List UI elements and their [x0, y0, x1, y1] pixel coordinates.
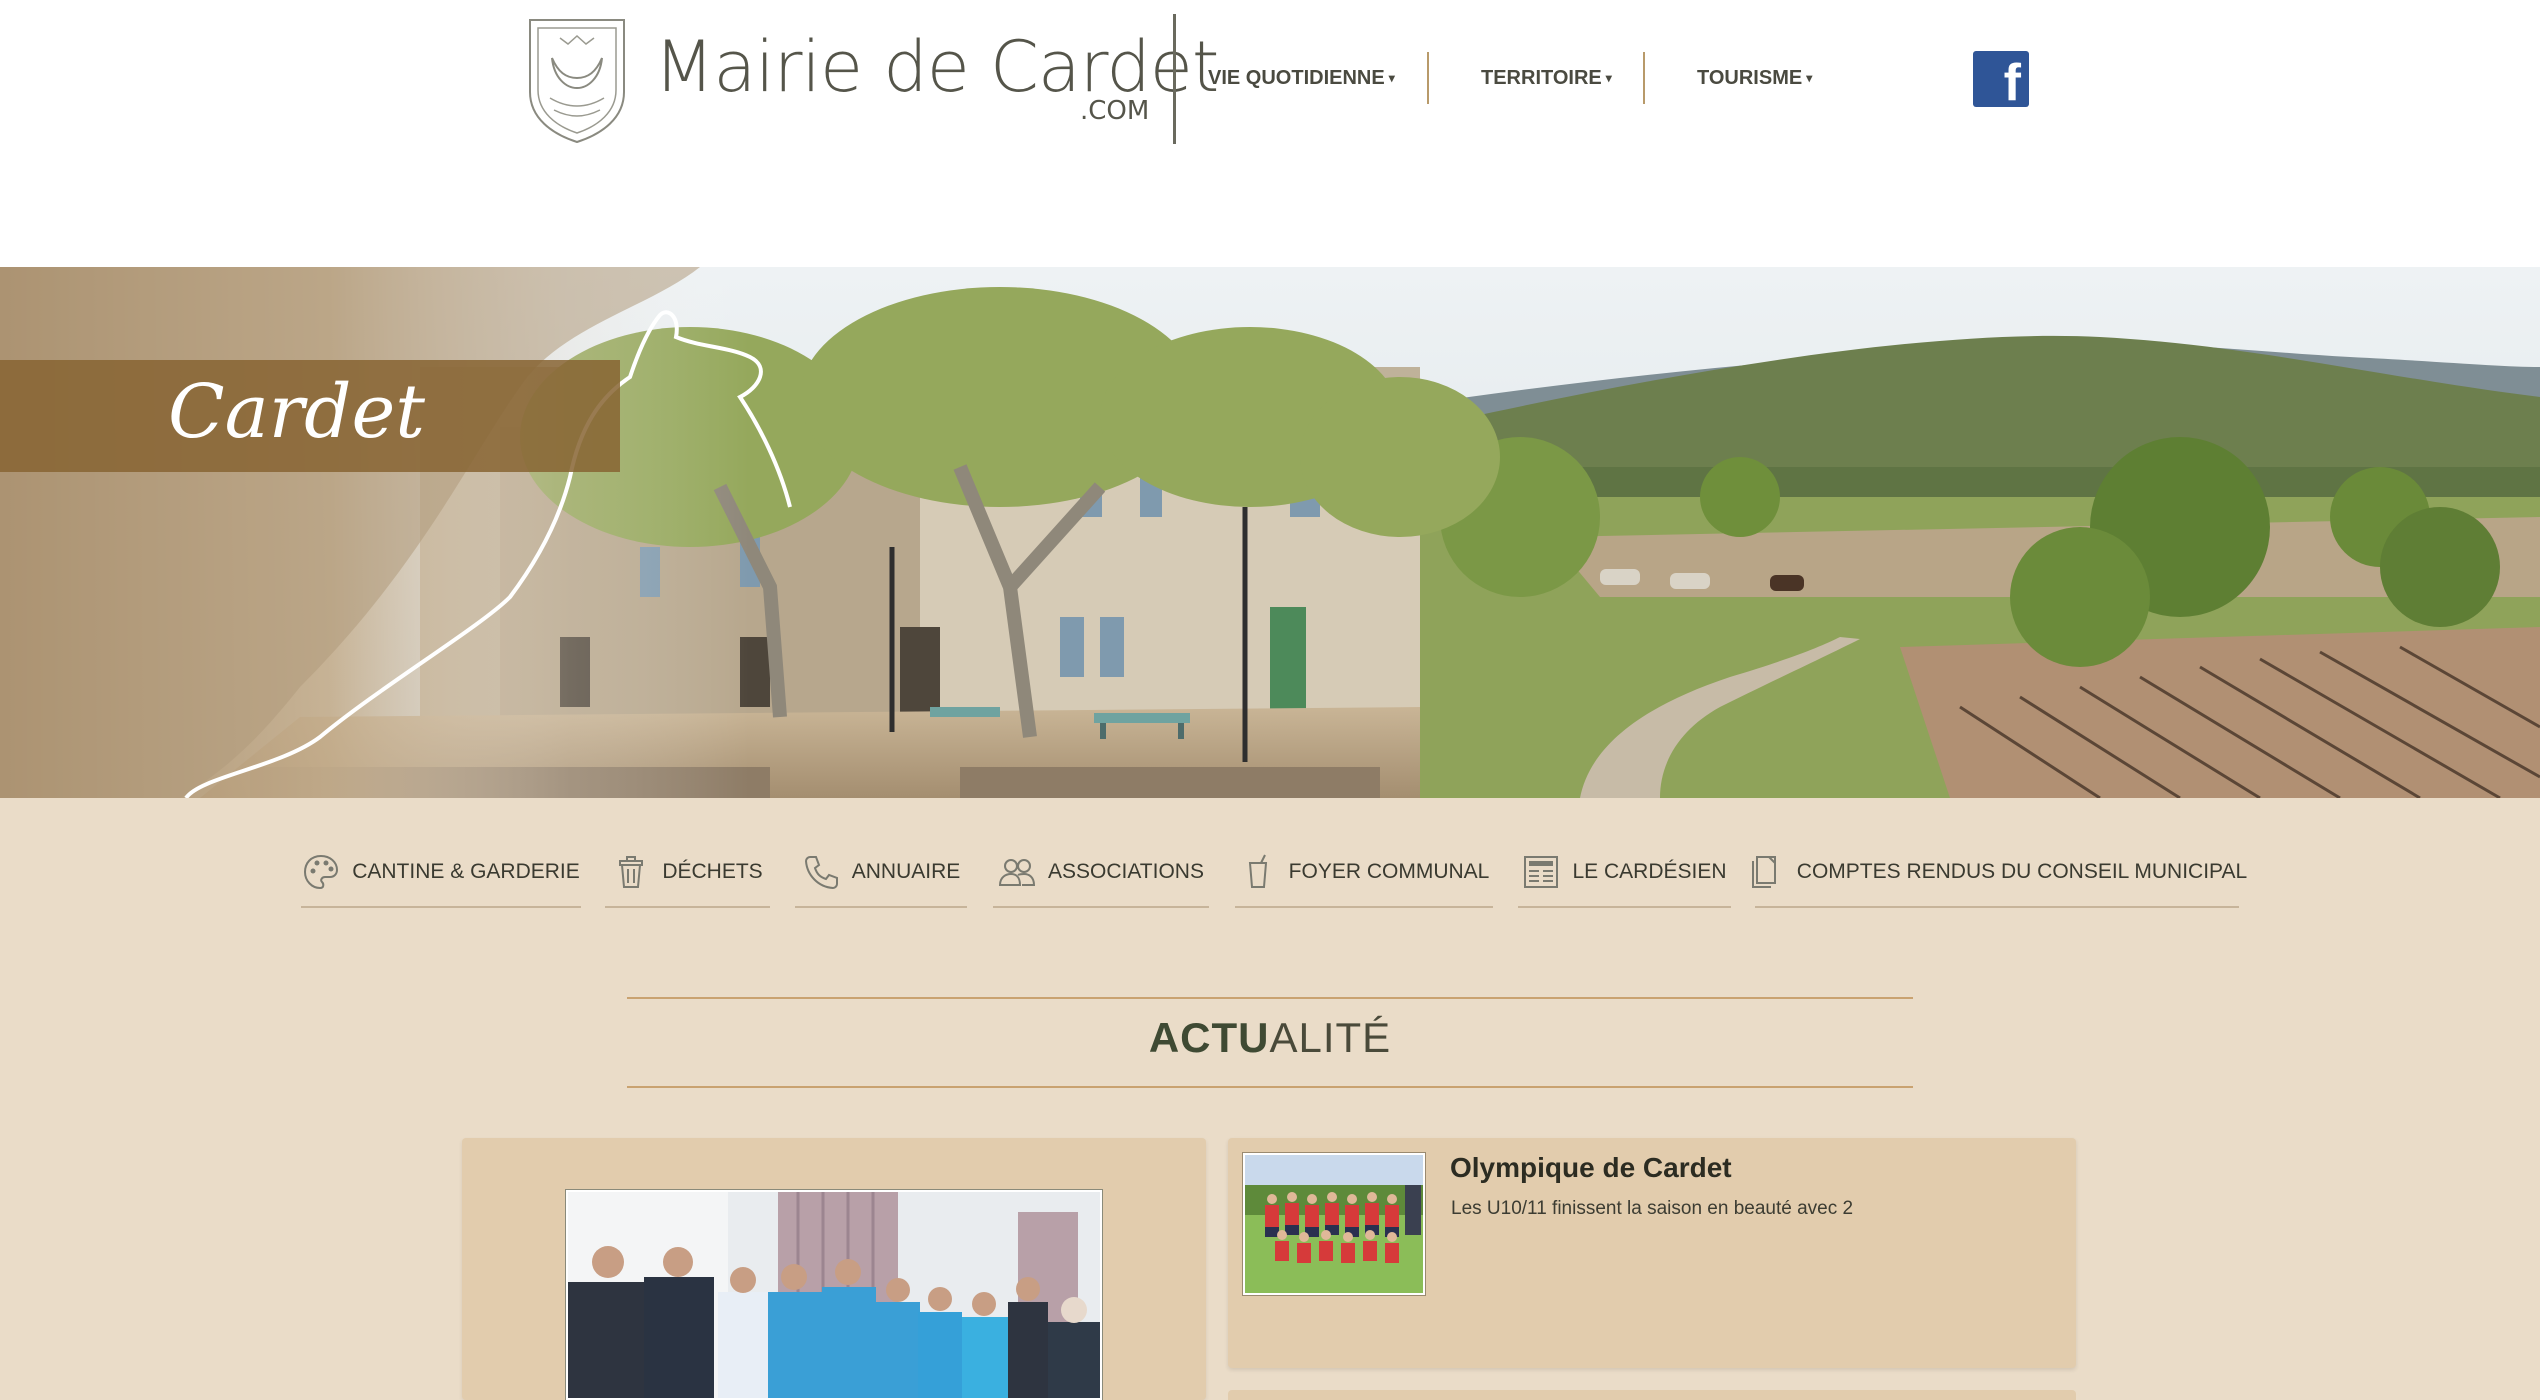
news-card[interactable]: [1228, 1390, 2076, 1400]
quick-link-foyer-communal[interactable]: FOYER COMMUNAL: [1235, 838, 1493, 908]
actualite-bottom-rule: [627, 1086, 1913, 1088]
quick-link-cantine[interactable]: CANTINE & GARDERIE: [301, 838, 581, 908]
hero-banner: Cardet: [0, 267, 2540, 798]
quick-link-label: FOYER COMMUNAL: [1288, 860, 1490, 883]
news-title[interactable]: Olympique de Cardet: [1450, 1152, 1732, 1184]
hero-title: Cardet: [168, 369, 426, 455]
quick-link-label: COMPTES RENDUS DU CONSEIL MUNICIPAL: [1796, 860, 2248, 883]
nav-tourisme-label: TOURISME: [1697, 66, 1803, 89]
quick-link-label: DÉCHETS: [662, 860, 763, 883]
news-thumbnail[interactable]: [1242, 1152, 1426, 1296]
news-excerpt: Les U10/11 finissent la saison en beauté…: [1451, 1198, 1854, 1219]
actualite-heading-rest: ALITÉ: [1269, 1014, 1392, 1061]
quick-link-label: ASSOCIATIONS: [1048, 860, 1204, 883]
nav-separator: [1427, 52, 1429, 104]
main-nav: VIE QUOTIDIENNE ▾ TERRITOIRE ▾ TOURISME ▾: [0, 52, 2540, 104]
facebook-link[interactable]: f: [1973, 51, 2029, 107]
hero-photo: [0, 267, 2540, 798]
caret-down-icon: ▾: [1806, 71, 1813, 85]
document-icon: [1747, 853, 1785, 891]
nav-territoire-label: TERRITOIRE: [1481, 66, 1602, 89]
nav-territoire[interactable]: TERRITOIRE ▾: [1481, 52, 1612, 104]
quick-link-label: LE CARDÉSIEN: [1572, 860, 1727, 883]
actualite-heading-bold: ACTU: [1148, 1014, 1270, 1061]
cup-icon: [1239, 853, 1277, 891]
actualite-heading: ACTUALITÉ: [0, 1014, 2540, 1062]
trash-icon: [612, 853, 650, 891]
facebook-icon: f: [2003, 54, 2021, 107]
caret-down-icon: ▾: [1388, 71, 1395, 85]
quick-link-dechets[interactable]: DÉCHETS: [605, 838, 770, 908]
quick-link-le-cardesien[interactable]: LE CARDÉSIEN: [1518, 838, 1731, 908]
nav-vie-quotidienne-label: VIE QUOTIDIENNE: [1208, 66, 1385, 89]
team-photo: [1245, 1155, 1423, 1293]
nav-vie-quotidienne[interactable]: VIE QUOTIDIENNE ▾: [1208, 52, 1395, 104]
featured-news-photo[interactable]: [565, 1189, 1103, 1400]
caret-down-icon: ▾: [1605, 71, 1612, 85]
group-photo: [568, 1192, 1100, 1398]
actualite-top-rule: [627, 997, 1913, 999]
quick-link-comptes-rendus[interactable]: COMPTES RENDUS DU CONSEIL MUNICIPAL: [1751, 838, 2247, 908]
newspaper-icon: [1522, 853, 1560, 891]
users-icon: [998, 853, 1036, 891]
site-header: Mairie de Cardet .COM VIE QUOTIDIENNE ▾ T…: [0, 0, 2540, 267]
palette-icon: [302, 853, 340, 891]
phone-icon: [802, 853, 840, 891]
quick-link-label: ANNUAIRE: [851, 860, 961, 883]
quick-link-associations[interactable]: ASSOCIATIONS: [993, 838, 1209, 908]
quick-link-label: CANTINE & GARDERIE: [352, 860, 580, 883]
nav-separator: [1643, 52, 1645, 104]
quick-link-annuaire[interactable]: ANNUAIRE: [795, 838, 967, 908]
nav-tourisme[interactable]: TOURISME ▾: [1697, 52, 1812, 104]
